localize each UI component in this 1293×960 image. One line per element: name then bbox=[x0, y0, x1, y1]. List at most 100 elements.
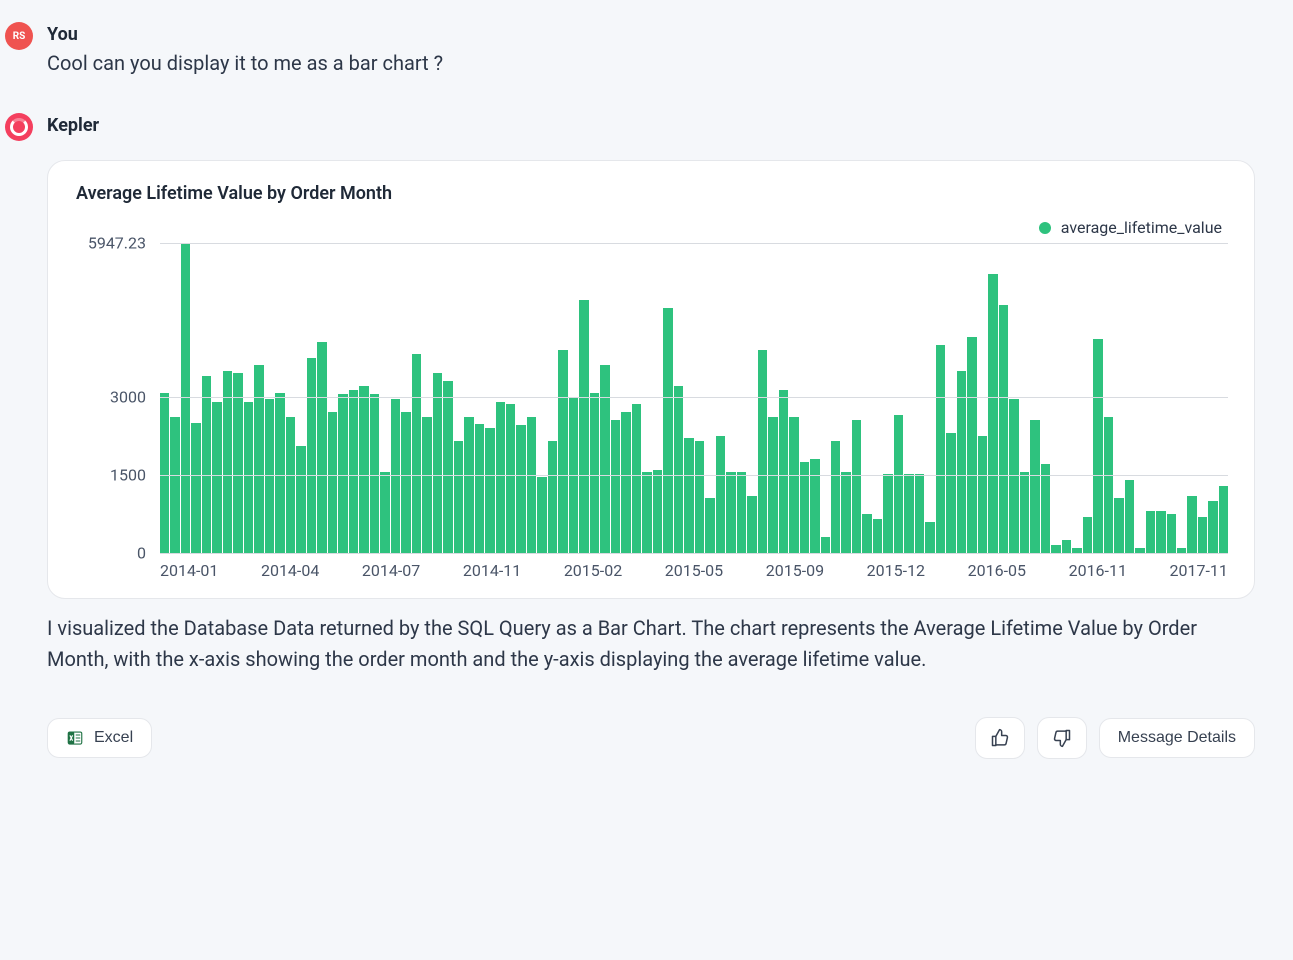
chart-bar[interactable] bbox=[904, 474, 913, 553]
chart-bar[interactable] bbox=[810, 459, 819, 553]
chart-bar[interactable] bbox=[370, 394, 379, 553]
chart-bar[interactable] bbox=[1114, 498, 1123, 553]
chart-bar[interactable] bbox=[758, 350, 767, 553]
chart-bar[interactable] bbox=[873, 519, 882, 553]
chart-bar[interactable] bbox=[936, 345, 945, 554]
chart-bar[interactable] bbox=[328, 412, 337, 553]
chart-bar[interactable] bbox=[265, 399, 274, 553]
chart-bar[interactable] bbox=[653, 470, 662, 553]
chart-bar[interactable] bbox=[768, 417, 777, 553]
chart-bar[interactable] bbox=[443, 381, 452, 553]
chart-bar[interactable] bbox=[359, 386, 368, 553]
chart-bar[interactable] bbox=[726, 472, 735, 553]
chart-bar[interactable] bbox=[862, 514, 871, 553]
chart-bar[interactable] bbox=[967, 337, 976, 553]
chart-bar[interactable] bbox=[590, 393, 599, 553]
chart-bar[interactable] bbox=[737, 472, 746, 553]
chart-bar[interactable] bbox=[1009, 399, 1018, 553]
chart-bar[interactable] bbox=[202, 376, 211, 553]
chart-bar[interactable] bbox=[1041, 464, 1050, 553]
chart-bar[interactable] bbox=[380, 472, 389, 553]
chart-bar[interactable] bbox=[1062, 540, 1071, 553]
chart-bar[interactable] bbox=[1208, 501, 1217, 553]
chart-bar[interactable] bbox=[1146, 511, 1155, 553]
chart-bar[interactable] bbox=[1083, 517, 1092, 553]
chart-bar[interactable] bbox=[925, 522, 934, 553]
chart-bar[interactable] bbox=[506, 404, 515, 553]
chart-bar[interactable] bbox=[1198, 517, 1207, 553]
chart-bar[interactable] bbox=[516, 425, 525, 553]
chart-bar[interactable] bbox=[1156, 511, 1165, 553]
excel-button[interactable]: Excel bbox=[47, 718, 152, 758]
chart-bar[interactable] bbox=[191, 423, 200, 553]
chart-bar[interactable] bbox=[170, 417, 179, 553]
chart-bar[interactable] bbox=[978, 436, 987, 553]
chart-bar[interactable] bbox=[1020, 472, 1029, 553]
chart-bar[interactable] bbox=[642, 472, 651, 553]
chart-bar[interactable] bbox=[779, 390, 788, 553]
chart-bar[interactable] bbox=[233, 373, 242, 553]
message-details-button[interactable]: Message Details bbox=[1099, 718, 1255, 758]
chart-bar[interactable] bbox=[1187, 496, 1196, 553]
chart-bar[interactable] bbox=[579, 300, 588, 553]
chart-bar[interactable] bbox=[307, 358, 316, 553]
chart-bar[interactable] bbox=[558, 350, 567, 553]
chart-bar[interactable] bbox=[894, 415, 903, 553]
chart-bar[interactable] bbox=[349, 390, 358, 553]
thumbs-up-button[interactable] bbox=[975, 717, 1025, 759]
chart-bar[interactable] bbox=[275, 393, 284, 553]
chart-bar[interactable] bbox=[401, 412, 410, 553]
chart-bar[interactable] bbox=[852, 420, 861, 553]
thumbs-down-button[interactable] bbox=[1037, 717, 1087, 759]
chart-bar[interactable] bbox=[286, 417, 295, 553]
chart-plot[interactable]: 0150030005947.23 bbox=[74, 243, 1228, 553]
chart-bar[interactable] bbox=[821, 537, 830, 553]
chart-bar[interactable] bbox=[789, 417, 798, 553]
chart-bar[interactable] bbox=[1051, 545, 1060, 553]
chart-bar[interactable] bbox=[663, 308, 672, 553]
chart-bar[interactable] bbox=[433, 373, 442, 553]
chart-bar[interactable] bbox=[496, 402, 505, 553]
chart-bar[interactable] bbox=[695, 441, 704, 553]
chart-bar[interactable] bbox=[548, 441, 557, 553]
chart-bar[interactable] bbox=[160, 393, 169, 553]
chart-bar[interactable] bbox=[223, 371, 232, 553]
chart-bar[interactable] bbox=[747, 496, 756, 553]
chart-bar[interactable] bbox=[296, 446, 305, 553]
chart-bar[interactable] bbox=[338, 394, 347, 553]
chart-bar[interactable] bbox=[621, 412, 630, 553]
chart-bar[interactable] bbox=[244, 402, 253, 553]
chart-bar[interactable] bbox=[600, 365, 609, 553]
chart-bar[interactable] bbox=[1125, 480, 1134, 553]
chart-bar[interactable] bbox=[464, 417, 473, 553]
chart-bar[interactable] bbox=[632, 404, 641, 553]
chart-bar[interactable] bbox=[988, 274, 997, 553]
chart-bar[interactable] bbox=[705, 498, 714, 553]
chart-bar[interactable] bbox=[684, 438, 693, 553]
chart-bar[interactable] bbox=[999, 305, 1008, 553]
chart-bar[interactable] bbox=[454, 441, 463, 553]
chart-bar[interactable] bbox=[537, 477, 546, 553]
chart-bar[interactable] bbox=[485, 428, 494, 553]
chart-bar[interactable] bbox=[181, 243, 190, 553]
chart-bar[interactable] bbox=[317, 342, 326, 553]
chart-bar[interactable] bbox=[1219, 486, 1228, 553]
chart-bar[interactable] bbox=[412, 354, 421, 553]
chart-bar[interactable] bbox=[422, 417, 431, 553]
chart-bar[interactable] bbox=[527, 417, 536, 553]
chart-bar[interactable] bbox=[883, 474, 892, 553]
chart-bar[interactable] bbox=[957, 371, 966, 553]
chart-bar[interactable] bbox=[391, 399, 400, 553]
chart-bar[interactable] bbox=[1030, 420, 1039, 553]
chart-bar[interactable] bbox=[1104, 417, 1113, 553]
chart-bar[interactable] bbox=[1167, 514, 1176, 553]
chart-bar[interactable] bbox=[674, 386, 683, 553]
chart-bar[interactable] bbox=[1093, 339, 1102, 553]
chart-bar[interactable] bbox=[841, 472, 850, 553]
chart-bar[interactable] bbox=[946, 433, 955, 553]
chart-bar[interactable] bbox=[212, 402, 221, 553]
chart-bar[interactable] bbox=[915, 474, 924, 553]
chart-bar[interactable] bbox=[716, 436, 725, 553]
chart-bar[interactable] bbox=[254, 365, 263, 553]
chart-bar[interactable] bbox=[831, 441, 840, 553]
